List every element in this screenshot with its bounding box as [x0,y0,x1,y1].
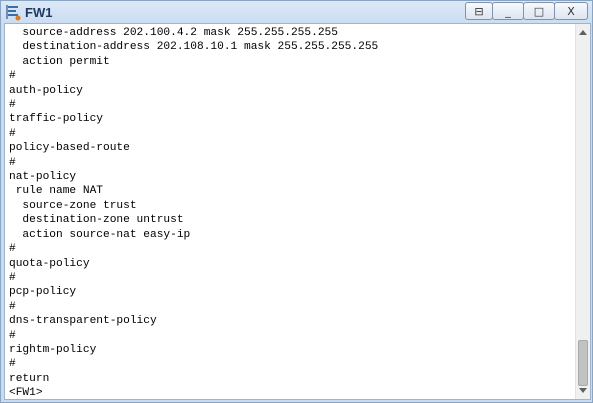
console-line: source-address 202.100.4.2 mask 255.255.… [9,27,338,39]
layout-icon: ⊟ [474,4,484,18]
console-line: traffic-policy [9,113,103,126]
console-line: nat-policy [9,171,77,184]
terminal-icon [6,5,22,21]
console-line: <FW1> [9,387,43,398]
console-window: FW1 ⊟ _ □ X source-address 202.100.4.2 m… [0,0,593,403]
console-line: # [9,243,16,256]
scrollbar-thumb[interactable] [578,340,588,386]
console-line: source-zone trust [9,199,137,212]
console-line: destination-address 202.108.10.1 mask 25… [9,41,379,54]
console-line: return [9,372,50,385]
console-line: policy-based-route [9,142,130,155]
console-area[interactable]: source-address 202.100.4.2 mask 255.255.… [4,23,591,400]
console-line: action source-nat easy-ip [9,228,191,241]
console-line: rule name NAT [9,185,103,198]
console-line: # [9,70,16,83]
console-line: destination-zone untrust [9,214,184,227]
console-line: # [9,127,16,140]
window-controls: ⊟ _ □ X [465,2,588,21]
console-line: quota-policy [9,257,90,270]
console-line: pcp-policy [9,286,77,299]
scroll-down-arrow-icon[interactable] [579,388,587,393]
console-line: rightm-policy [9,343,97,356]
maximize-button[interactable]: □ [523,2,555,20]
console-line: # [9,156,16,169]
console-line: action permit [9,55,110,68]
window-title: FW1 [25,5,53,20]
console-line: # [9,358,16,371]
console-line: # [9,300,16,313]
maximize-icon: □ [533,4,545,18]
restore-layout-button[interactable]: ⊟ [465,2,493,20]
scroll-up-arrow-icon[interactable] [579,30,587,35]
console-line: # [9,99,16,112]
minimize-button[interactable]: _ [492,2,524,20]
minimize-icon: _ [505,4,511,18]
console-line: auth-policy [9,84,83,97]
vertical-scrollbar[interactable] [575,24,590,399]
console-line: # [9,329,16,342]
close-icon: X [567,4,575,18]
close-button[interactable]: X [554,2,588,20]
console-line: dns-transparent-policy [9,315,157,328]
console-output[interactable]: source-address 202.100.4.2 mask 255.255.… [9,26,575,398]
console-line: # [9,271,16,284]
title-bar[interactable]: FW1 ⊟ _ □ X [1,1,592,25]
